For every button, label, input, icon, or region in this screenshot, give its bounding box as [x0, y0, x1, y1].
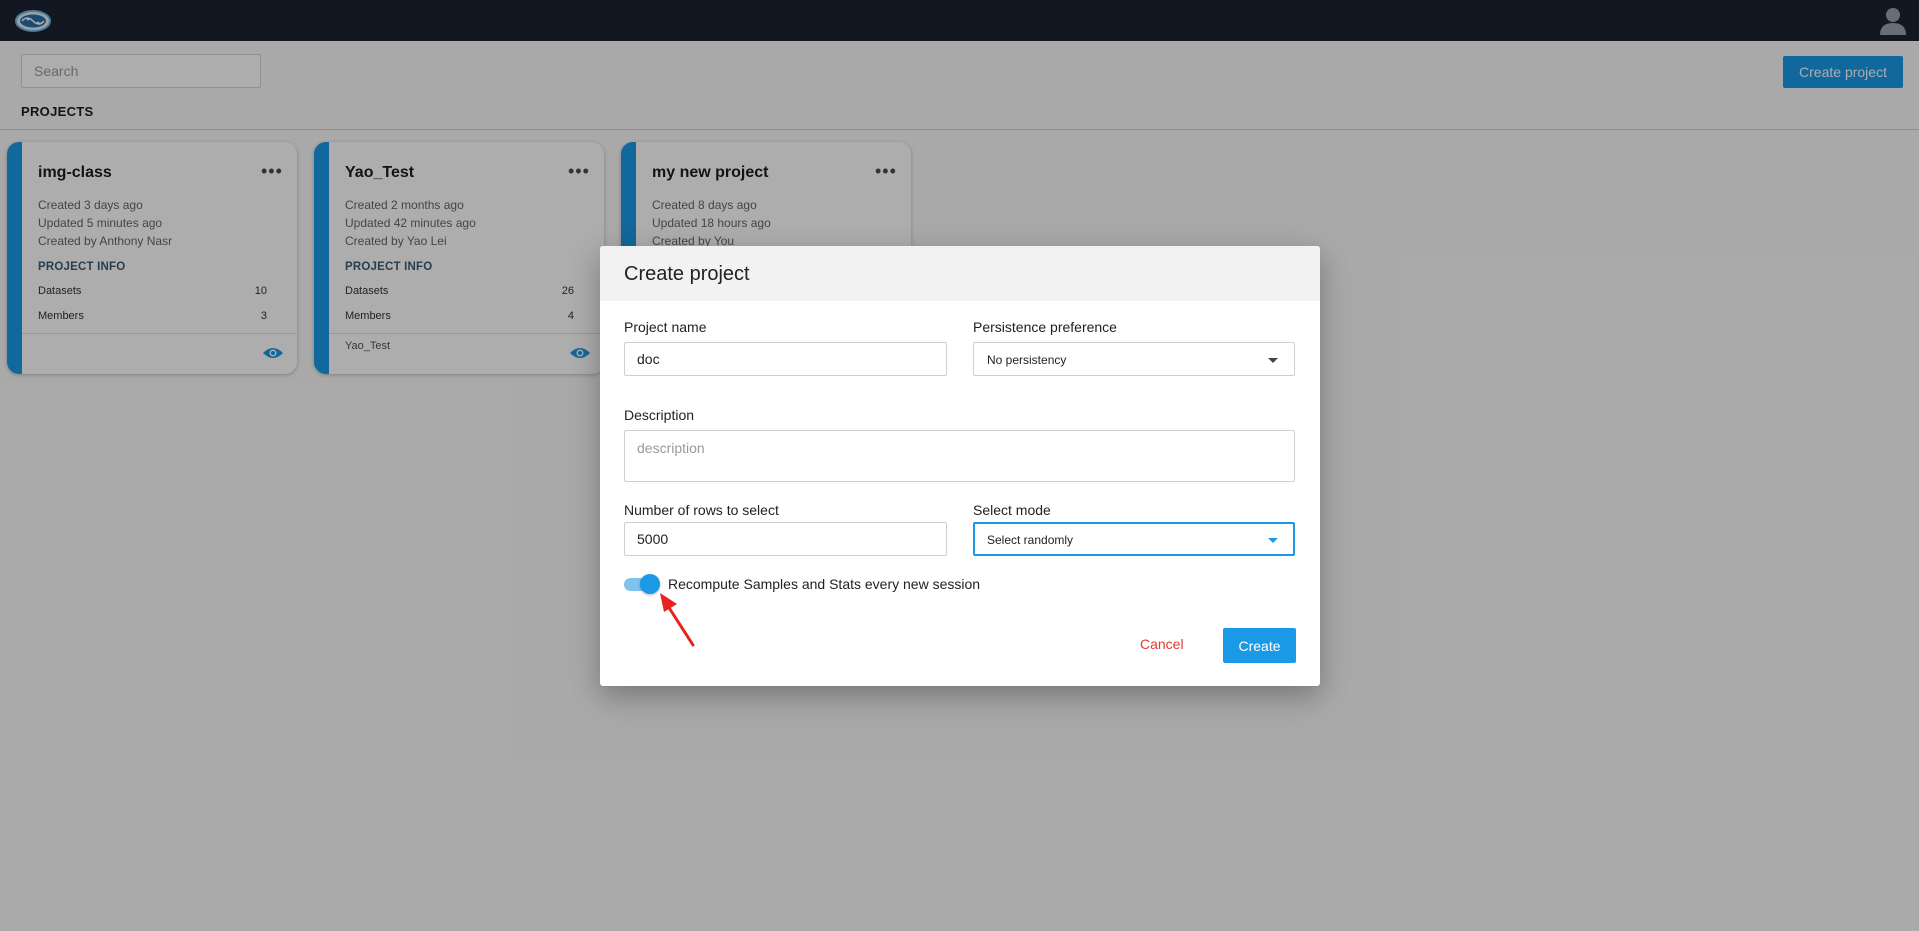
description-label: Description — [624, 407, 695, 423]
select-mode-label: Select mode — [973, 502, 1051, 518]
select-mode-select[interactable]: Select randomly — [973, 522, 1295, 556]
chevron-down-icon — [1268, 538, 1278, 543]
create-project-dialog: Create project Project name Persistence … — [600, 246, 1320, 686]
rows-label: Number of rows to select — [624, 502, 779, 518]
dialog-title: Create project — [624, 263, 750, 285]
persistence-select[interactable]: No persistency — [973, 342, 1295, 376]
project-name-label: Project name — [624, 319, 707, 335]
description-input[interactable] — [624, 430, 1295, 482]
cancel-button[interactable]: Cancel — [1140, 636, 1184, 652]
chevron-down-icon — [1268, 358, 1278, 363]
persistence-selected-value: No persistency — [987, 353, 1067, 367]
annotation-arrow-icon — [660, 593, 695, 647]
select-mode-selected-value: Select randomly — [987, 533, 1074, 547]
create-button[interactable]: Create — [1223, 628, 1296, 663]
project-name-input[interactable] — [624, 342, 947, 376]
persistence-label: Persistence preference — [973, 319, 1117, 335]
recompute-toggle-label: Recompute Samples and Stats every new se… — [668, 576, 981, 592]
rows-input[interactable] — [624, 522, 947, 556]
dialog-header: Create project — [600, 246, 1320, 301]
